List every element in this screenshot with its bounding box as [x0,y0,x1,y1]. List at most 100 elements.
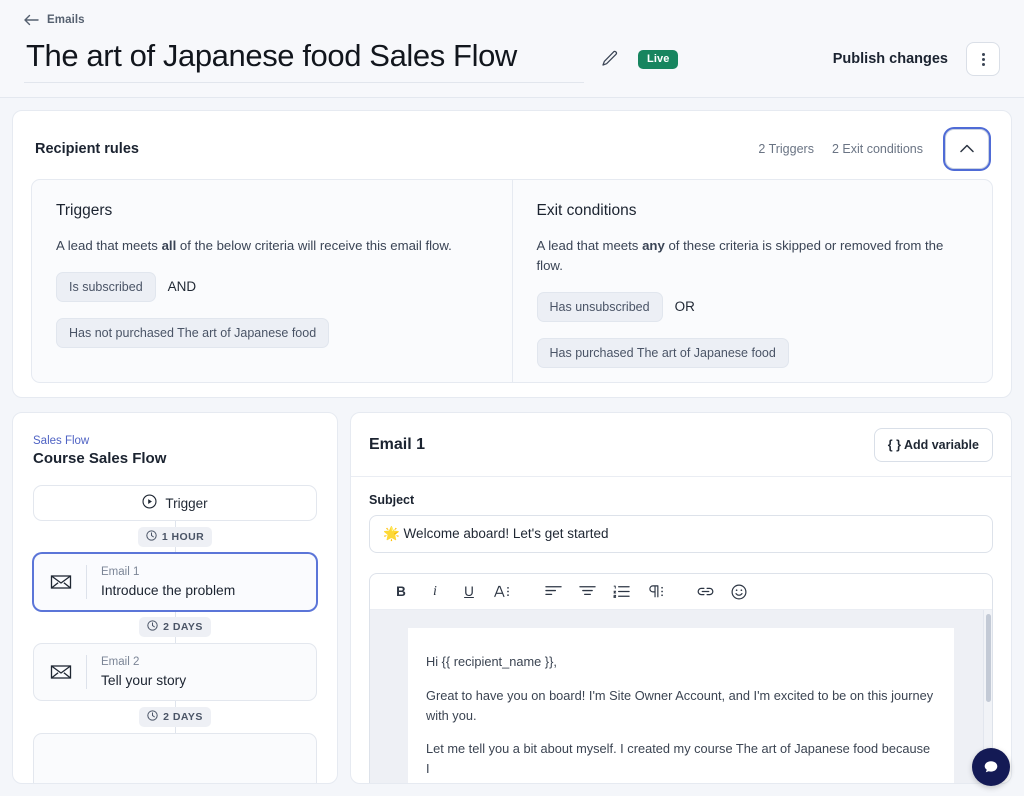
clock-icon [147,620,158,634]
triggers-description: A lead that meets all of the below crite… [56,236,486,256]
flow-panel: Sales Flow Course Sales Flow Trigger [12,412,338,784]
exit-conditions-column: Exit conditions A lead that meets any of… [513,180,993,382]
flow-node-title: Tell your story [101,671,186,690]
align-center-icon[interactable] [570,578,604,606]
page-title[interactable]: The art of Japanese food Sales Flow [24,36,584,83]
exit-condition-chip[interactable]: Has unsubscribed [537,292,663,322]
pencil-icon[interactable] [600,49,620,69]
breadcrumb-emails[interactable]: Emails [24,14,85,26]
triggers-conjunction: AND [168,279,197,294]
publish-changes-button[interactable]: Publish changes [831,45,950,73]
exit-conditions-count: 2 Exit conditions [832,142,923,156]
exit-conditions-description: A lead that meets any of these criteria … [537,236,967,276]
align-left-icon[interactable] [536,578,570,606]
scrollbar-thumb[interactable] [986,614,991,702]
flow-node-text: Email 2 Tell your story [101,655,186,690]
triggers-chip-row-1: Is subscribed AND [56,272,488,302]
app-root: Emails The art of Japanese food Sales Fl… [0,0,1024,796]
flow-connector-2: 2 DAYS [33,611,317,643]
delay-pill[interactable]: 2 DAYS [139,617,211,637]
email-body-paragraph: Hi {{ recipient_name }}, [426,652,936,672]
recipient-rules-meta: 2 Triggers 2 Exit conditions [758,129,989,169]
email-editor-title: Email 1 [369,436,425,454]
collapse-rules-button[interactable] [945,129,989,169]
triggers-title: Triggers [56,202,488,220]
exit-chip-row-2: Has purchased The art of Japanese food [537,338,969,368]
play-circle-icon [142,494,157,512]
flow-kicker: Sales Flow [33,435,317,447]
delay-pill[interactable]: 2 DAYS [139,707,211,727]
envelope-icon [48,659,74,685]
email-editor-body: Subject B i U [351,477,1011,784]
emoji-icon[interactable] [722,578,756,606]
exit-desc-pre: A lead that meets [537,238,643,253]
flow-connector-1: 1 HOUR [33,521,317,553]
chat-bubble-icon[interactable] [972,748,1010,786]
recipient-rules-card: Recipient rules 2 Triggers 2 Exit condit… [12,110,1012,398]
trigger-chip[interactable]: Has not purchased The art of Japanese fo… [56,318,329,348]
status-badge: Live [638,50,678,69]
bold-icon[interactable]: B [384,578,418,606]
delay-label: 2 DAYS [163,711,203,723]
link-icon[interactable] [688,578,722,606]
subject-label: Subject [369,493,993,507]
exit-desc-bold: any [642,238,665,253]
flow-node-divider [86,565,87,599]
triggers-desc-pre: A lead that meets [56,238,162,253]
recipient-rules-body: Triggers A lead that meets all of the be… [31,179,993,383]
exit-conjunction: OR [675,299,695,314]
delay-label: 2 DAYS [163,621,203,633]
flow-connector-3: 2 DAYS [33,701,317,733]
email-editor-panel: Email 1 { } Add variable Subject B i U [350,412,1012,784]
triggers-desc-bold: all [162,238,177,253]
italic-icon[interactable]: i [418,578,452,606]
exit-conditions-title: Exit conditions [537,202,969,220]
flow-node-text: Email 1 Introduce the problem [101,565,235,600]
flow-name: Course Sales Flow [33,450,317,467]
triggers-column: Triggers A lead that meets all of the be… [32,180,513,382]
rte-canvas: Hi {{ recipient_name }}, Great to have y… [370,610,992,784]
trigger-chip[interactable]: Is subscribed [56,272,156,302]
flow-node-trigger[interactable]: Trigger [33,485,317,521]
underline-icon[interactable]: U [452,578,486,606]
rich-text-editor: B i U [369,573,993,784]
flow-node-divider [86,655,87,689]
header-actions: Publish changes [831,42,1000,76]
more-vertical-icon[interactable] [966,42,1000,76]
exit-condition-chip[interactable]: Has purchased The art of Japanese food [537,338,789,368]
envelope-icon [48,569,74,595]
page-header: Emails The art of Japanese food Sales Fl… [0,0,1024,98]
email-body-paragraph: Let me tell you a bit about myself. I cr… [426,739,936,779]
email-body-paragraph: Great to have you on board! I'm Site Own… [426,686,936,726]
add-variable-button[interactable]: { } Add variable [874,428,993,462]
flow-node-email-2[interactable]: Email 2 Tell your story [33,643,317,701]
rte-toolbar: B i U [370,574,992,610]
delay-pill[interactable]: 1 HOUR [138,527,212,547]
main-split: Sales Flow Course Sales Flow Trigger [12,412,1012,784]
subject-input[interactable] [369,515,993,553]
triggers-count: 2 Triggers [758,142,814,156]
exit-chip-row-1: Has unsubscribed OR [537,292,969,322]
recipient-rules-header: Recipient rules 2 Triggers 2 Exit condit… [13,111,1011,169]
breadcrumb-label: Emails [47,14,85,26]
flow-node-email-1[interactable]: Email 1 Introduce the problem [33,553,317,611]
clock-icon [146,530,157,544]
flow-node-list: Trigger 1 HOUR [33,485,317,784]
flow-node-trigger-label: Trigger [165,496,207,511]
flow-node-index: Email 1 [101,565,235,580]
delay-label: 1 HOUR [162,531,204,543]
flow-node-email-3[interactable] [33,733,317,784]
recipient-rules-title: Recipient rules [35,141,139,157]
clock-icon [147,710,158,724]
triggers-desc-post: of the below criteria will receive this … [176,238,452,253]
flow-node-index: Email 2 [101,655,186,670]
email-editor-header: Email 1 { } Add variable [351,413,1011,477]
title-row: The art of Japanese food Sales Flow Live… [24,32,1000,86]
arrow-left-icon [24,14,39,26]
email-body-sheet[interactable]: Hi {{ recipient_name }}, Great to have y… [408,628,954,784]
text-style-icon[interactable] [486,578,520,606]
paragraph-icon[interactable] [638,578,672,606]
flow-node-title: Introduce the problem [101,581,235,600]
chevron-up-icon [960,142,974,156]
ordered-list-icon[interactable] [604,578,638,606]
